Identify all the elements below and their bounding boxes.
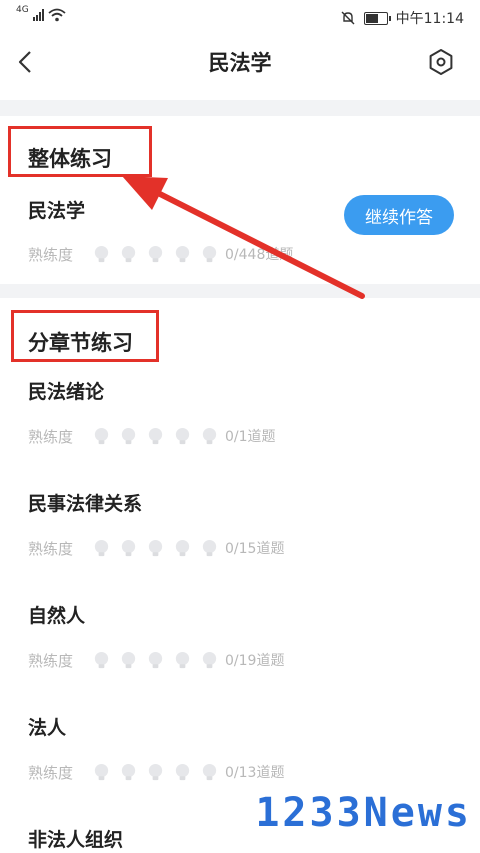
mute-icon [341,11,355,25]
proficiency-row: 熟练度 0/1道题 [28,426,276,446]
lightbulb-icon [175,651,190,668]
lightbulb-icon [202,427,217,444]
chapter-title: 自然人 [28,605,86,627]
lightbulb-icon [148,651,163,668]
lightbulb-icon [175,763,190,780]
proficiency-bulbs [92,539,219,558]
signal-icon [32,9,44,21]
lightbulb-icon [202,763,217,780]
lightbulb-icon [148,763,163,780]
watermark: 1233News [255,790,472,836]
lightbulb-icon [175,245,190,262]
proficiency-bulbs [92,245,219,264]
lightbulb-icon [94,651,109,668]
lightbulb-icon [148,245,163,262]
proficiency-label: 熟练度 [28,427,74,446]
lightbulb-icon [94,427,109,444]
lightbulb-icon [94,763,109,780]
proficiency-label: 熟练度 [28,763,74,782]
lightbulb-icon [121,763,136,780]
network-type: 4G [16,5,29,15]
lightbulb-icon [175,539,190,556]
proficiency-row: 熟练度 0/13道题 [28,762,284,782]
lightbulb-icon [202,651,217,668]
proficiency-row: 熟练度 0/19道题 [28,650,284,670]
battery-icon [363,11,391,25]
continue-button[interactable]: 继续作答 [344,195,454,235]
lightbulb-icon [121,245,136,262]
lightbulb-icon [94,245,109,262]
nav-bar: 民法学 [0,34,480,90]
hexagon-settings-icon[interactable] [426,47,456,77]
page-title: 民法学 [208,51,272,75]
proficiency-label: 熟练度 [28,539,74,558]
lightbulb-icon [121,539,136,556]
lightbulb-icon [175,427,190,444]
lightbulb-icon [202,245,217,262]
progress-count: 0/13道题 [225,765,285,781]
chapter-title: 非法人组织 [28,829,124,851]
status-bar: 4G 中午11:14 [0,0,480,34]
lightbulb-icon [121,427,136,444]
proficiency-label: 熟练度 [28,651,74,670]
progress-count: 0/1道题 [225,429,276,445]
proficiency-bulbs [92,651,219,670]
lightbulb-icon [202,539,217,556]
proficiency-bulbs [92,427,219,446]
progress-count: 0/448道题 [225,247,294,263]
divider [0,284,480,298]
clock: 中午11:14 [395,11,464,27]
overall-item-title[interactable]: 民法学 [28,196,85,223]
chapter-title: 民事法律关系 [28,493,143,515]
lightbulb-icon [94,539,109,556]
progress-count: 0/15道题 [225,541,285,557]
proficiency-row: 熟练度 0/448道题 [28,244,293,264]
wifi-icon [48,8,66,22]
proficiency-bulbs [92,763,219,782]
progress-count: 0/19道题 [225,653,285,669]
lightbulb-icon [148,427,163,444]
section-title-overall: 整体练习 [28,147,112,171]
lightbulb-icon [121,651,136,668]
chapter-title: 法人 [28,717,67,739]
section-title-chapters: 分章节练习 [28,331,133,355]
chapter-title: 民法绪论 [28,381,105,403]
proficiency-row: 熟练度 0/15道题 [28,538,284,558]
lightbulb-icon [148,539,163,556]
chevron-left-icon[interactable] [14,48,42,76]
proficiency-label: 熟练度 [28,245,74,264]
divider [0,100,480,116]
